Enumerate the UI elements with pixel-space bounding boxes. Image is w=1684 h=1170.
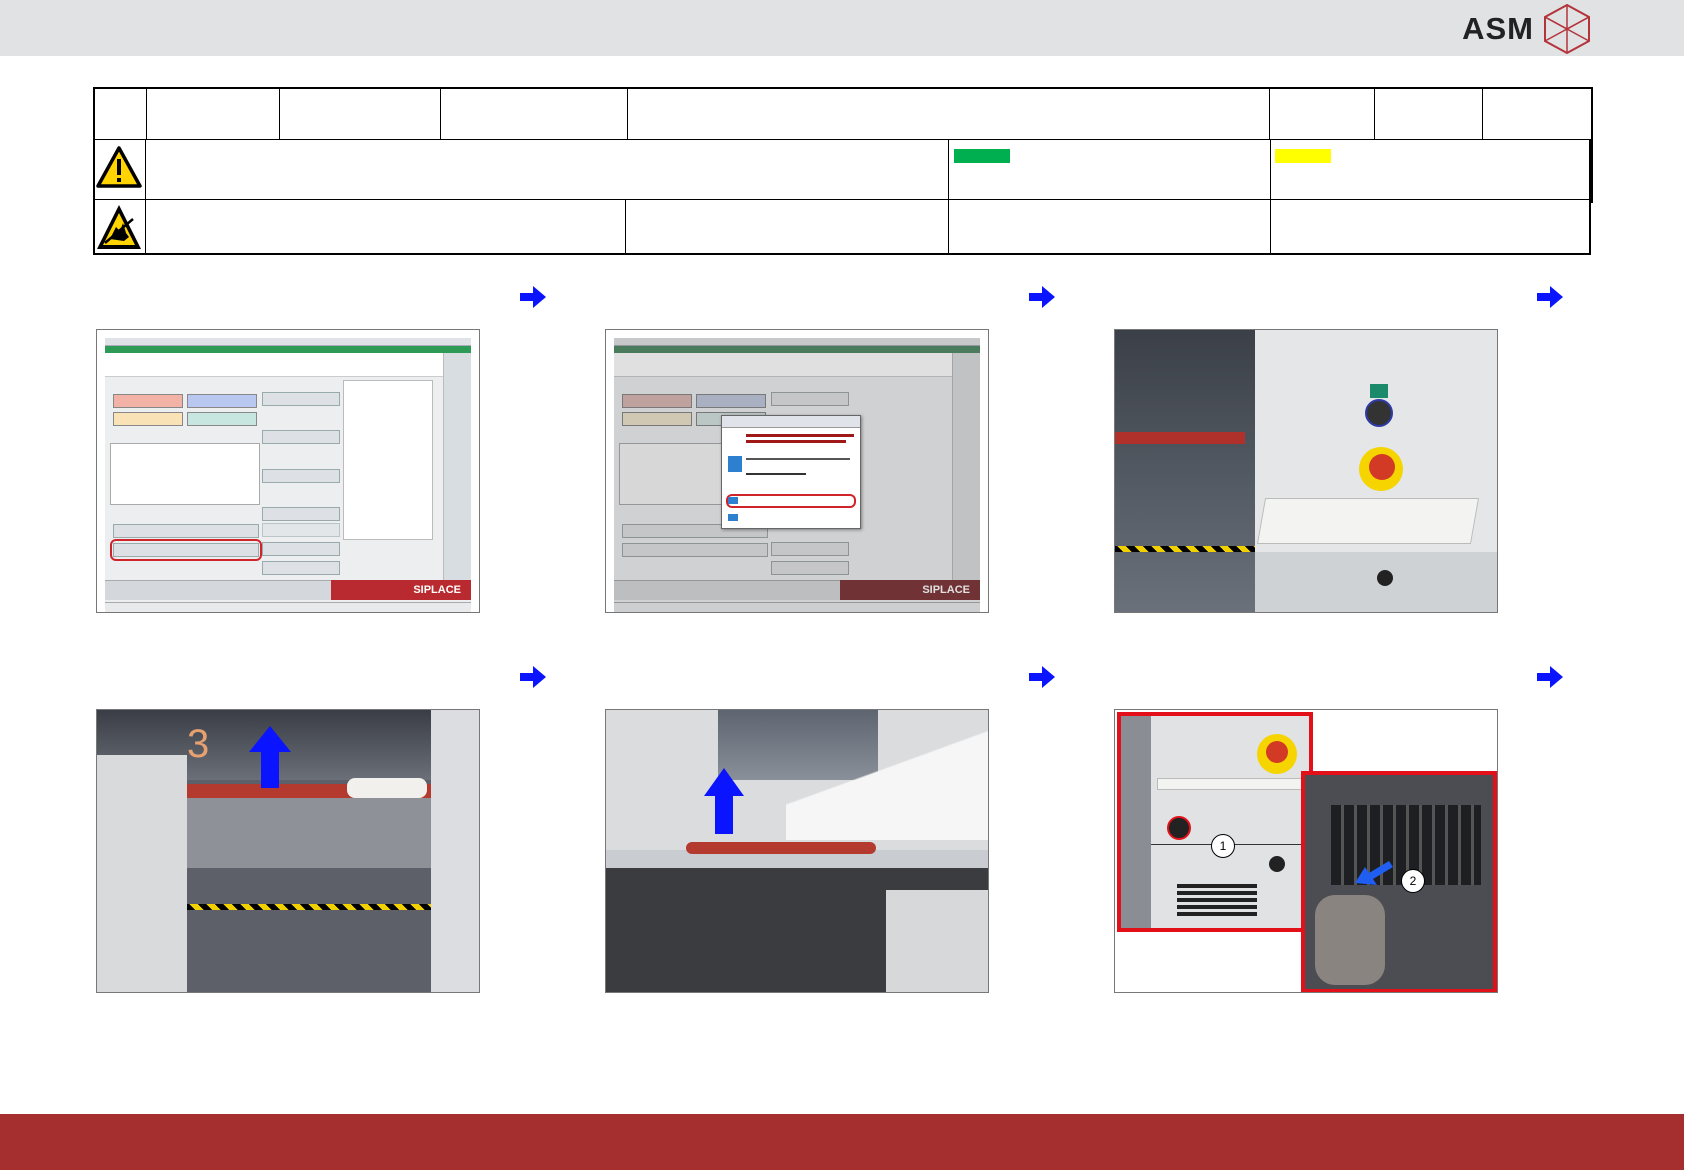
info-icon [728,456,742,472]
screen-button [262,523,340,537]
asm-logo-icon [1544,3,1590,55]
warning-icon-wrap [96,145,142,194]
highlight-ring [110,539,262,561]
header-cell [1268,87,1375,143]
top-bar: ASM [0,0,1684,56]
header-cell [626,87,1270,143]
interior-part [886,890,988,992]
station-number-graphic: 3 [187,722,210,766]
tile-cpp-head [187,394,257,408]
siplace-brand: SIPLACE [331,580,471,600]
esd-hand-icon [97,205,141,249]
screen-button [113,524,259,538]
panel-edge [1121,716,1151,928]
photo-composite-steps: 1 2 [1114,709,1498,993]
header-cell [439,87,628,143]
step-marker-2: 2 [1401,869,1425,893]
step-marker-1: 1 [1211,834,1235,858]
hand [347,778,427,798]
screen-button [262,430,340,444]
arrow-right-icon [1029,666,1055,688]
document-page: ASM SIPLACE SIPLACE 3 1 2 [0,0,1684,1170]
lower-cabinet [1255,552,1497,612]
right-frame [431,710,479,992]
arrow-right-icon [1029,286,1055,308]
esd-icon-wrap [96,203,142,256]
screen-button [262,469,340,483]
up-arrow-icon [249,726,291,788]
screen-button [262,561,340,575]
tile-cp20-head-1 [187,412,257,426]
vent-grille [1177,884,1257,918]
lower-switch [1377,570,1393,586]
green-indicator [1370,384,1388,398]
tile-cp20-head-4 [113,412,183,426]
bottom-bar [0,1114,1684,1170]
left-cover [97,755,187,992]
emergency-stop-button [1369,454,1395,480]
red-hood-handle [686,842,876,854]
power-switch [1269,856,1285,872]
header-cell [278,87,441,143]
photo-machine-panel [1114,329,1498,613]
up-arrow-icon [704,768,744,834]
transparent-hood [187,798,431,868]
key-switch-highlight [1365,399,1393,427]
header-cell [1481,87,1593,143]
switch-highlight [1167,816,1191,840]
tile-twin-head [113,394,183,408]
detail-panel-1: 1 [1117,712,1317,932]
maintenance-step-panel [343,380,433,540]
arrow-right-icon [520,666,546,688]
screenshot-maintenance-ui: SIPLACE [96,329,480,613]
detail-panel-2: 2 [1301,771,1497,992]
arm-sleeve [786,730,988,840]
screen-statusbar [105,602,471,612]
red-handle [1115,432,1245,444]
green-swatch [954,149,1010,163]
screen-button [262,392,340,406]
arrow-right-icon [520,286,546,308]
screen-button [262,507,340,521]
keyboard-edge [1157,778,1315,790]
header-cell [145,87,280,143]
shut-down-highlight [726,494,856,508]
screen-button [262,542,340,556]
arrow-right-icon [1537,666,1563,688]
screenshot-confirm-dialog: SIPLACE [605,329,989,613]
maintenance-screen: SIPLACE [105,338,471,612]
warning-triangle-icon [96,146,142,188]
screen-sidebar [443,353,471,582]
logo-text: ASM [1462,11,1534,46]
pull-arrow-icon [1355,861,1393,885]
header-cell [1373,87,1483,143]
keyboard [1256,498,1480,544]
background-area [1115,330,1255,612]
emergency-stop-button [1266,741,1288,763]
confirm-dialog [721,415,861,529]
photo-lifting-hood-right [605,709,989,993]
yellow-swatch [1275,149,1331,163]
header-lower-rows [93,139,1591,255]
asm-logo: ASM [1462,3,1592,55]
hazard-stripe [187,904,431,910]
hand [1315,895,1385,985]
arrow-right-icon [1537,286,1563,308]
comment-box [110,443,260,505]
photo-lifting-hood-left: 3 [96,709,480,993]
header-cell [93,87,147,143]
